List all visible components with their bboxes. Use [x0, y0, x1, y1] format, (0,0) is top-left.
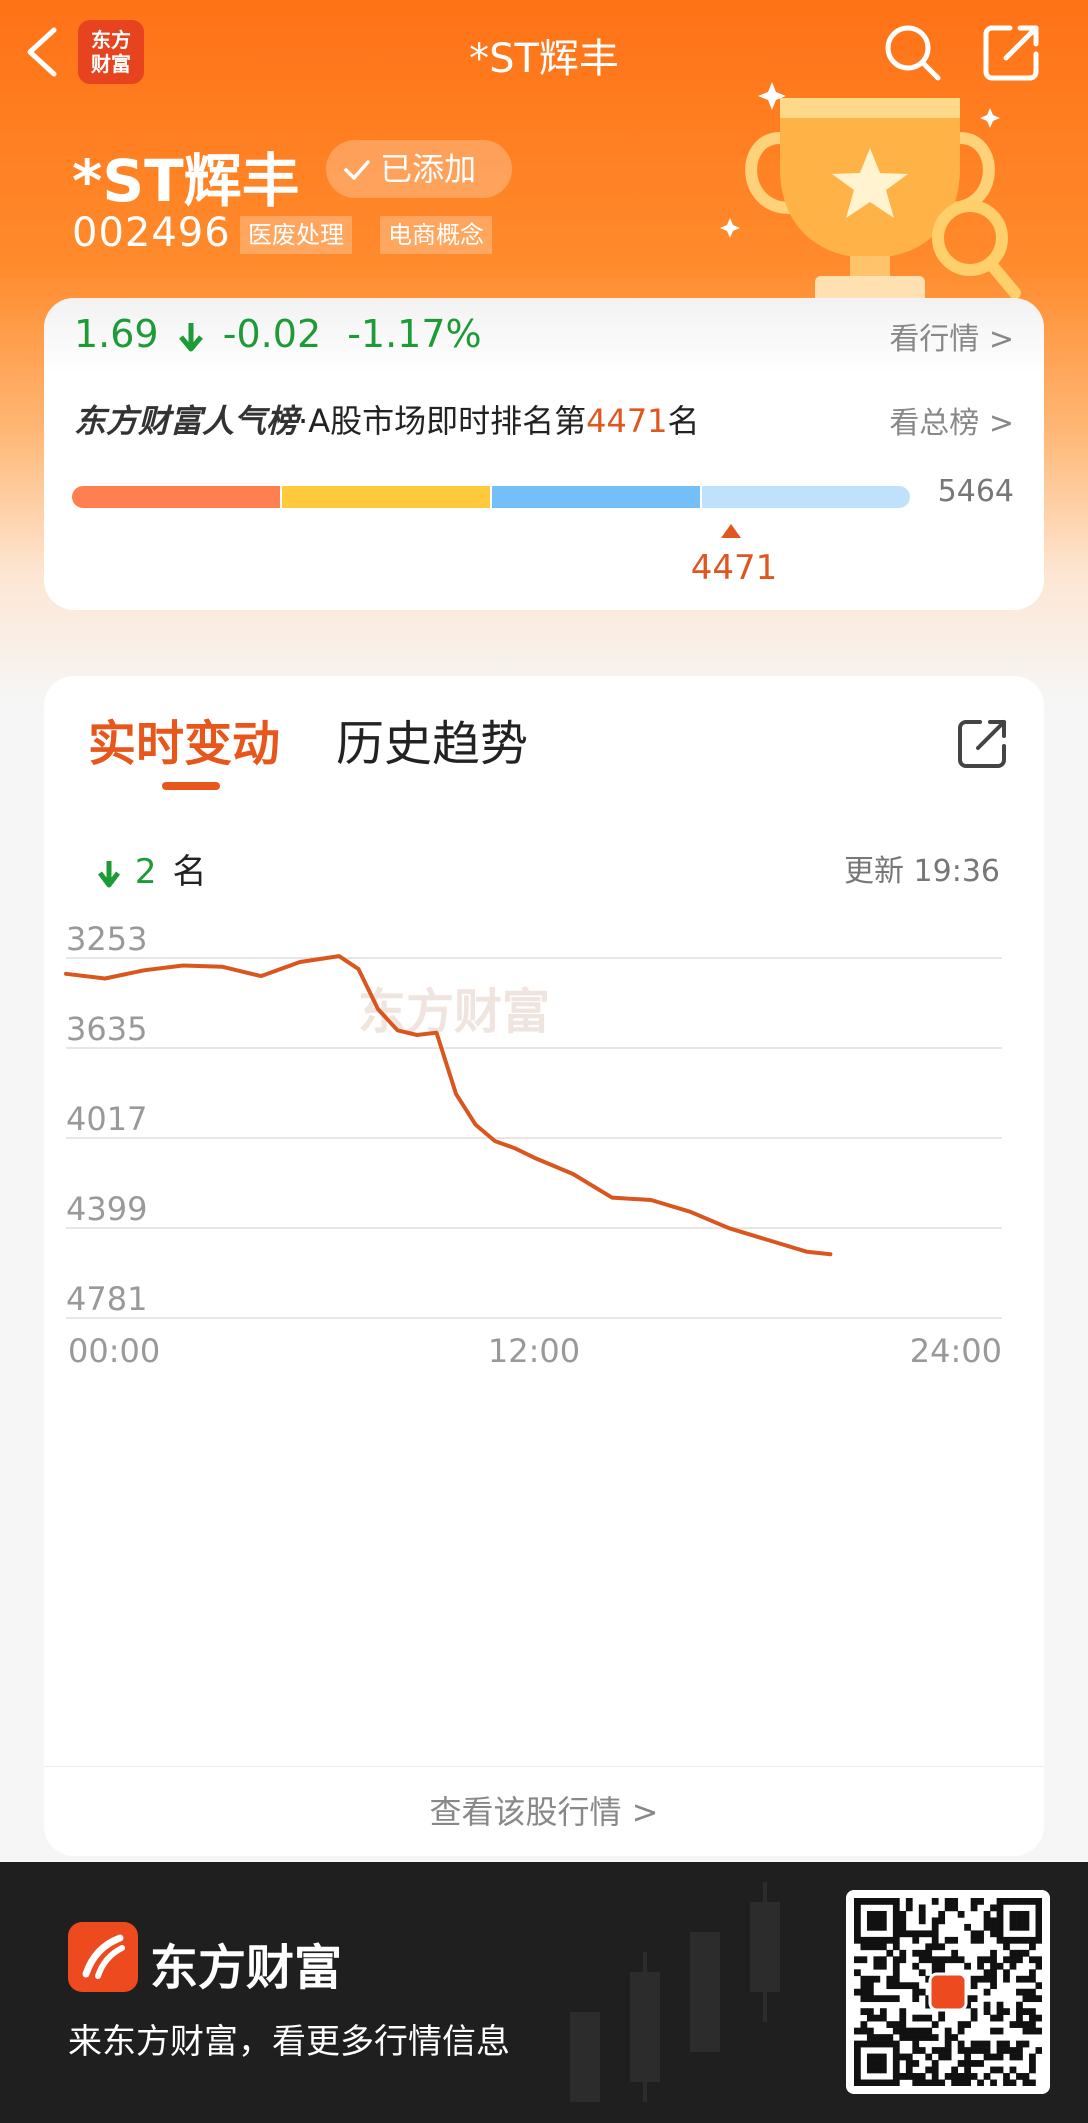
down-arrow-icon	[98, 860, 120, 887]
rank-bar-segment	[72, 486, 280, 508]
y-tick-label: 4017	[66, 1100, 147, 1138]
x-tick-label: 12:00	[488, 1332, 580, 1370]
rank-marker-value: 4471	[690, 548, 778, 588]
share-icon[interactable]	[980, 20, 1044, 84]
rank-change-value: 2	[134, 852, 157, 892]
trophy-icon	[720, 82, 1021, 308]
popularity-brand: 东方财富人气榜	[74, 402, 299, 440]
external-link-icon[interactable]	[954, 716, 1010, 772]
y-tick-label: 4399	[66, 1190, 147, 1228]
check-icon	[344, 160, 370, 180]
y-tick-label: 3635	[66, 1010, 147, 1048]
rank-marker	[721, 524, 741, 538]
active-tab-indicator	[162, 782, 220, 790]
price-row: 1.69 -0.02 -1.17%	[74, 312, 482, 356]
candlestick-decoration-icon	[570, 1882, 780, 2102]
stock-name: *ST辉丰	[72, 147, 300, 215]
qr-code[interactable]	[846, 1890, 1050, 2094]
see-quote-link[interactable]: 看行情 >	[889, 314, 1014, 358]
tab-realtime[interactable]: 实时变动	[88, 704, 280, 774]
x-tick-label: 00:00	[68, 1332, 160, 1370]
concept-tag[interactable]: 医废处理	[240, 216, 352, 254]
price-change-pct: -1.17%	[347, 312, 482, 356]
rank-line-chart: 东方财富 3253 3635 4017 4399 4781 00:00 12:00 24:00	[64, 920, 1002, 1370]
rank-prefix: ·A股市场即时排名第	[298, 402, 587, 440]
bottom-banner: 东方财富 来东方财富，看更多行情信息	[0, 1862, 1088, 2123]
brand-slogan: 来东方财富，看更多行情信息	[68, 2022, 510, 2062]
added-watchlist-button[interactable]: 已添加	[326, 140, 512, 198]
added-label: 已添加	[380, 150, 477, 188]
brand-logo-icon	[68, 1922, 138, 1992]
rank-number: 4471	[586, 402, 668, 440]
rank-bar-segment	[492, 486, 700, 508]
y-tick-label: 3253	[66, 920, 147, 958]
down-arrow-icon	[178, 322, 203, 351]
stock-code: 002496	[72, 210, 231, 256]
chart-watermark: 东方财富	[358, 984, 550, 1040]
tab-history[interactable]: 历史趋势	[336, 704, 528, 774]
search-icon[interactable]	[880, 20, 944, 84]
concept-tag[interactable]: 电商概念	[380, 216, 492, 254]
realtime-card: 实时变动 历史趋势 2名 更新 19:36 东方财富 3253 3635 4017 4…	[44, 676, 1044, 1856]
rank-title: 东方财富人气榜·A股市场即时排名第4471名	[74, 396, 700, 442]
y-tick-label: 4781	[66, 1280, 147, 1318]
see-all-ranking-link[interactable]: 看总榜 >	[889, 398, 1014, 442]
rank-suffix: 名	[667, 402, 700, 440]
rank-bar-segment	[702, 486, 910, 508]
current-price: 1.69	[74, 312, 159, 356]
price-change: -0.02	[222, 312, 322, 356]
x-tick-label: 24:00	[910, 1332, 1002, 1370]
rank-bar-segment	[282, 486, 490, 508]
brand-name: 东方财富	[150, 1940, 343, 1996]
rank-change: 2名	[94, 844, 206, 893]
view-stock-quote-link[interactable]: 查看该股行情 >	[44, 1766, 1044, 1856]
update-time: 更新 19:36	[844, 854, 1000, 889]
rank-change-unit: 名	[172, 852, 207, 892]
qr-logo-icon	[928, 1972, 968, 2012]
popularity-card: 1.69 -0.02 -1.17% 看行情 > 东方财富人气榜·A股市场即时排名…	[44, 298, 1044, 610]
rank-total: 5464	[937, 474, 1014, 509]
